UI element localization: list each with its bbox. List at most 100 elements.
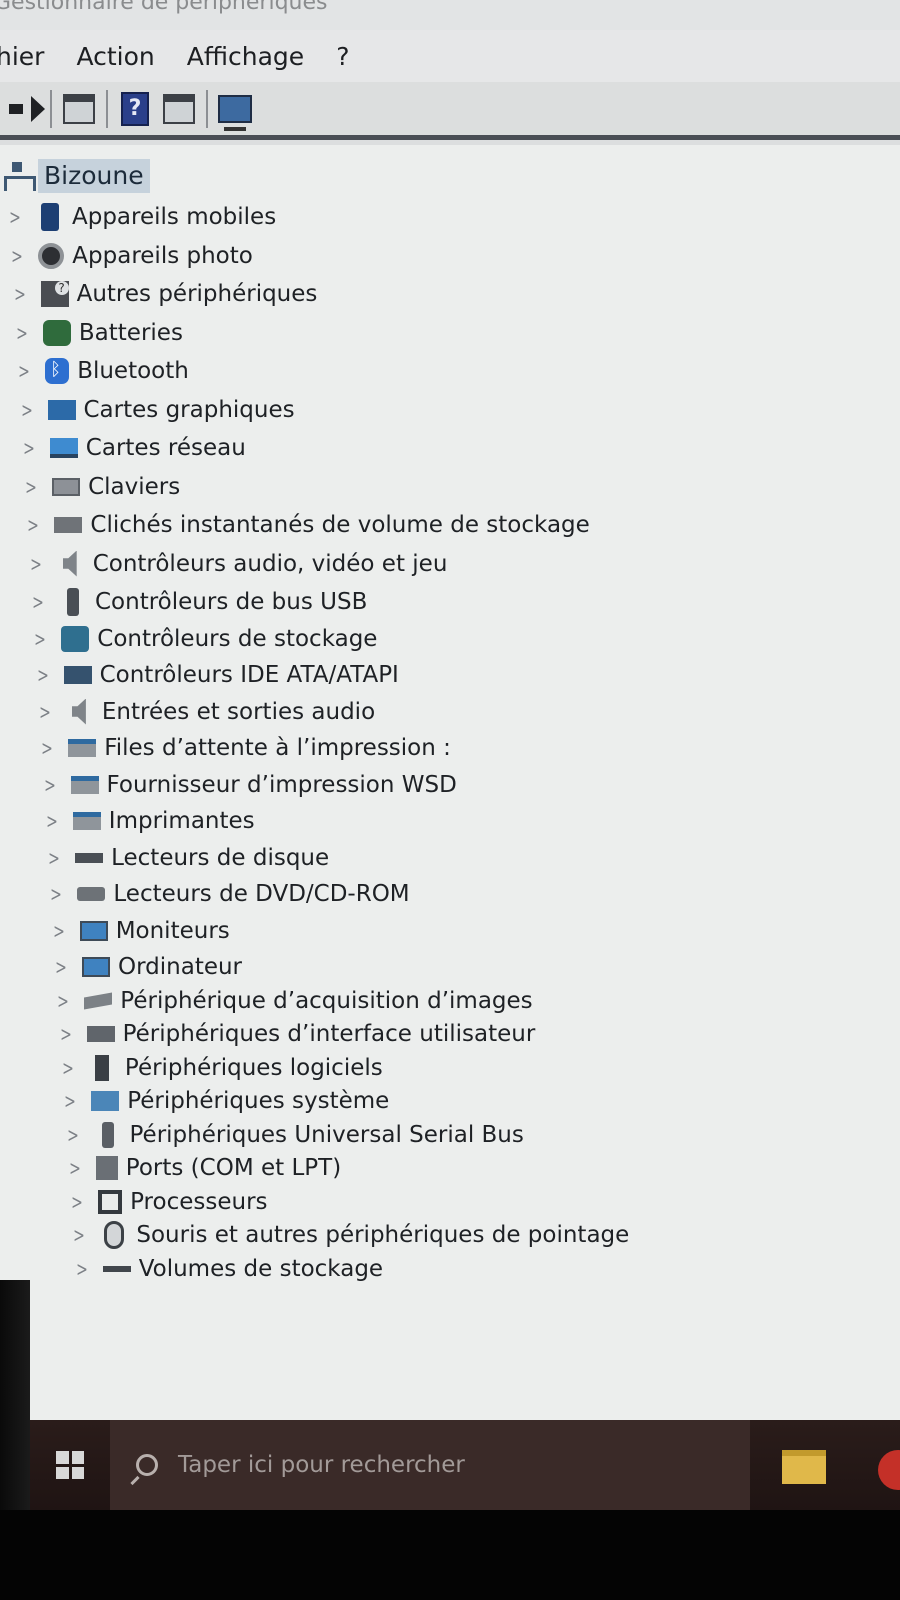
- system-device-icon: [91, 1091, 120, 1111]
- device-manager-screen: Gestionnaire de périphériques hier Actio…: [0, 0, 900, 1600]
- tree-item[interactable]: > Entrées et sorties audio: [36, 695, 375, 729]
- chevron-right-icon[interactable]: >: [9, 205, 22, 229]
- chevron-right-icon[interactable]: >: [22, 436, 35, 460]
- chevron-right-icon[interactable]: >: [32, 590, 45, 614]
- tree-item-label: Ordinateur: [118, 954, 243, 980]
- tree-item[interactable]: > Moniteurs: [50, 914, 230, 948]
- chevron-right-icon[interactable]: >: [41, 736, 54, 760]
- menu-action[interactable]: Action: [60, 42, 170, 71]
- tree-item-label: Entrées et sorties audio: [101, 698, 376, 725]
- bluetooth-icon: [45, 358, 70, 384]
- tree-item-label: Souris et autres périphériques de pointa…: [136, 1222, 630, 1248]
- keyboard-icon: [52, 477, 81, 496]
- tree-item[interactable]: > Contrôleurs de stockage: [31, 622, 377, 656]
- root-label: Bizoune: [38, 159, 150, 193]
- chevron-right-icon[interactable]: >: [27, 513, 40, 537]
- toolbar-separator: [206, 89, 208, 128]
- taskbar: Taper ici pour rechercher: [30, 1420, 900, 1510]
- chevron-right-icon[interactable]: >: [18, 359, 31, 383]
- chevron-right-icon[interactable]: >: [68, 1156, 81, 1180]
- computer-network-icon: [4, 162, 36, 191]
- tree-item[interactable]: > Appareils mobiles: [6, 200, 276, 234]
- help-button[interactable]: ?: [118, 91, 152, 126]
- chevron-right-icon[interactable]: >: [55, 955, 68, 979]
- chevron-right-icon[interactable]: >: [71, 1190, 84, 1214]
- chevron-right-icon[interactable]: >: [52, 919, 65, 943]
- tree-item[interactable]: > Contrôleurs audio, vidéo et jeu: [27, 547, 447, 581]
- chevron-right-icon[interactable]: >: [48, 846, 61, 870]
- show-hide-action-pane-button[interactable]: [162, 92, 196, 126]
- tree-item[interactable]: > Périphériques Universal Serial Bus: [64, 1118, 524, 1152]
- chevron-right-icon[interactable]: >: [11, 244, 24, 268]
- console-tree-icon: [63, 93, 95, 124]
- tree-item[interactable]: > Souris et autres périphériques de point…: [70, 1218, 629, 1252]
- chevron-right-icon[interactable]: >: [45, 809, 58, 833]
- tree-item[interactable]: > Files d’attente à l’impression :: [38, 731, 451, 765]
- start-button[interactable]: [30, 1420, 110, 1510]
- title-bar: Gestionnaire de périphériques: [0, 0, 900, 30]
- tree-item[interactable]: > Périphériques système: [61, 1084, 389, 1118]
- tree-item[interactable]: > Lecteurs de disque: [45, 841, 329, 875]
- file-explorer-icon[interactable]: [782, 1450, 826, 1484]
- chevron-right-icon[interactable]: >: [25, 475, 38, 499]
- tree-item-label: Contrôleurs de bus USB: [95, 589, 368, 615]
- chevron-right-icon[interactable]: >: [29, 552, 42, 576]
- tree-item[interactable]: > Contrôleurs IDE ATA/ATAPI: [34, 658, 399, 692]
- tree-item[interactable]: > Contrôleurs de bus USB: [29, 585, 367, 619]
- mouse-icon: [104, 1221, 125, 1249]
- ide-controller-icon: [63, 666, 92, 684]
- tree-root[interactable]: Bizoune: [4, 159, 150, 193]
- tree-item-label: Appareils photo: [72, 242, 253, 269]
- chevron-right-icon[interactable]: >: [64, 1089, 77, 1113]
- chevron-right-icon[interactable]: >: [73, 1223, 86, 1247]
- menu-file[interactable]: hier: [0, 42, 60, 71]
- chevron-right-icon[interactable]: >: [57, 989, 70, 1013]
- computer-icon: [82, 957, 110, 977]
- tree-item[interactable]: > Batteries: [13, 316, 183, 350]
- scan-hardware-button[interactable]: [218, 92, 252, 131]
- tree-item[interactable]: > Volumes de stockage: [73, 1252, 383, 1286]
- menu-help[interactable]: ?: [320, 42, 365, 71]
- chevron-right-icon[interactable]: >: [36, 663, 49, 687]
- chevron-right-icon[interactable]: >: [43, 773, 56, 797]
- tree-item[interactable]: > Fournisseur d’impression WSD: [41, 768, 457, 802]
- menu-view[interactable]: Affichage: [171, 42, 320, 71]
- tree-item[interactable]: > Périphériques d’interface utilisateur: [57, 1017, 536, 1051]
- tree-item-label: Fournisseur d’impression WSD: [106, 771, 457, 798]
- scan-monitor-icon: [218, 94, 252, 131]
- tree-item[interactable]: > Lecteurs de DVD/CD-ROM: [47, 877, 410, 911]
- tree-item[interactable]: > Imprimantes: [43, 804, 255, 838]
- scanner-icon: [84, 992, 113, 1009]
- show-hide-console-tree-button[interactable]: [62, 92, 96, 126]
- app-icon[interactable]: [878, 1450, 900, 1490]
- tree-item[interactable]: > Bluetooth: [15, 354, 189, 388]
- device-tree: Bizoune > Appareils mobiles > Appareils pho…: [0, 145, 900, 1425]
- tree-item[interactable]: > Cartes réseau: [20, 431, 246, 465]
- tree-item[interactable]: > Périphérique d’acquisition d’images: [54, 984, 532, 1018]
- tree-item[interactable]: > Appareils photo: [8, 239, 253, 273]
- chevron-right-icon[interactable]: >: [20, 398, 33, 422]
- taskbar-search[interactable]: Taper ici pour rechercher: [110, 1420, 750, 1510]
- chevron-right-icon[interactable]: >: [62, 1056, 75, 1080]
- tree-item[interactable]: > Périphériques logiciels: [59, 1051, 383, 1085]
- chevron-right-icon[interactable]: >: [66, 1123, 79, 1147]
- chevron-right-icon[interactable]: >: [34, 627, 47, 651]
- tree-item[interactable]: > Autres périphériques: [11, 277, 317, 311]
- chevron-right-icon[interactable]: >: [50, 882, 63, 906]
- chevron-right-icon[interactable]: >: [75, 1257, 88, 1281]
- tree-item[interactable]: > Ports (COM et LPT): [66, 1151, 341, 1185]
- tree-item[interactable]: > Claviers: [22, 470, 180, 504]
- chevron-right-icon[interactable]: >: [16, 321, 29, 345]
- chevron-right-icon[interactable]: >: [59, 1022, 72, 1046]
- chevron-right-icon[interactable]: >: [13, 282, 26, 306]
- tree-item[interactable]: > Processeurs: [68, 1185, 267, 1219]
- tree-item[interactable]: > Cartes graphiques: [18, 393, 295, 427]
- chevron-right-icon[interactable]: >: [39, 700, 52, 724]
- tree-item[interactable]: > Clichés instantanés de volume de stocka…: [24, 508, 590, 542]
- tree-item[interactable]: > Ordinateur: [52, 950, 242, 984]
- monitor-bezel-left: [0, 1280, 30, 1510]
- forward-button[interactable]: [6, 92, 45, 126]
- usb-icon: [67, 588, 79, 616]
- processor-icon: [98, 1189, 123, 1214]
- toolbar-separator: [106, 89, 108, 128]
